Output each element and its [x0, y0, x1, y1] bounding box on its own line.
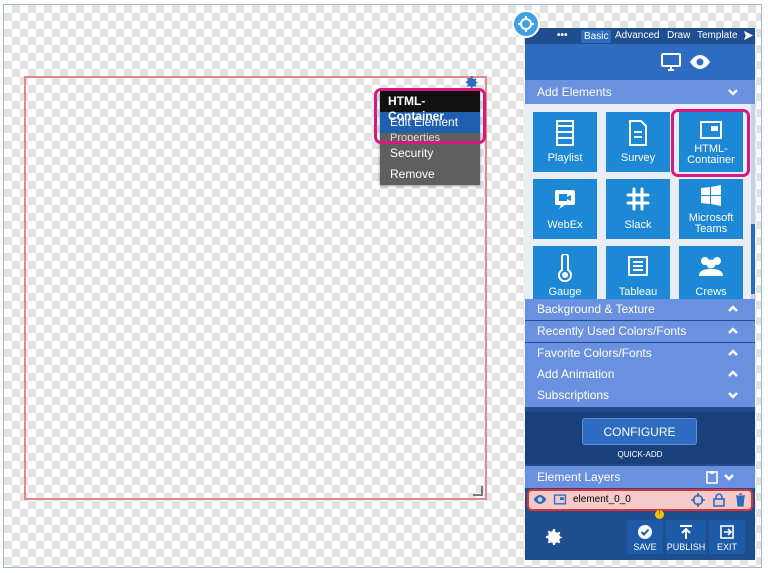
- tile-webex[interactable]: WebEx: [533, 179, 597, 239]
- lock-icon[interactable]: [713, 493, 725, 507]
- quick-add-label: QUICK-ADD: [617, 450, 663, 459]
- chevron-up-icon: [728, 349, 738, 356]
- film-icon: [556, 120, 574, 146]
- chevron-up-icon: [728, 327, 738, 334]
- chevron-down-icon: [728, 392, 738, 399]
- people-icon: [699, 257, 723, 276]
- html-container-icon: [553, 494, 567, 505]
- layers-title: Element Layers: [537, 470, 621, 484]
- highlight-annotation-tile: [671, 109, 750, 177]
- upload-icon: [680, 525, 692, 539]
- chevron-down-icon[interactable]: [723, 471, 735, 483]
- save-notification-badge: !: [655, 510, 664, 519]
- section-recent-colors[interactable]: Recently Used Colors/Fonts: [525, 321, 755, 342]
- layer-name: element_0_0: [573, 494, 631, 505]
- tile-playlist[interactable]: Playlist: [533, 112, 597, 172]
- publish-label: PUBLISH: [666, 542, 706, 552]
- tile-crews[interactable]: Crews: [679, 246, 743, 300]
- windows-icon: [701, 185, 721, 206]
- tab-template[interactable]: Template: [697, 30, 738, 41]
- visibility-eye-icon[interactable]: [533, 494, 547, 505]
- tile-label: WebEx: [547, 219, 583, 231]
- add-elements-title: Add Elements: [537, 85, 612, 99]
- check-circle-icon: [638, 525, 652, 539]
- clipboard-icon[interactable]: [705, 470, 719, 484]
- tile-survey[interactable]: Survey: [606, 112, 670, 172]
- highlight-annotation-menu: [374, 88, 486, 144]
- tile-label: Microsoft Teams: [688, 212, 734, 235]
- tile-label: Playlist: [547, 152, 583, 164]
- tab-draw[interactable]: Draw: [667, 30, 690, 41]
- chevron-up-icon: [728, 305, 738, 312]
- editor-panel: ••• Basic Advanced Draw Template Add Ele…: [525, 28, 755, 560]
- section-subscriptions[interactable]: Subscriptions: [525, 385, 755, 407]
- section-title: Subscriptions: [537, 388, 610, 402]
- tile-tableau[interactable]: Tableau: [606, 246, 670, 300]
- remove-item[interactable]: Remove: [380, 164, 480, 185]
- tableau-icon: [628, 256, 648, 276]
- section-title: Favorite Colors/Fonts: [537, 346, 652, 360]
- tile-label: Tableau: [618, 286, 658, 298]
- configure-area: CONFIGURE QUICK-ADD: [525, 412, 755, 464]
- tile-gauge[interactable]: Gauge: [533, 246, 597, 300]
- exit-label: EXIT: [716, 542, 737, 552]
- element-layers-header[interactable]: Element Layers: [525, 466, 755, 488]
- tab-basic[interactable]: Basic: [581, 30, 612, 43]
- save-button[interactable]: SAVE: [627, 520, 663, 554]
- webex-icon: [555, 190, 575, 209]
- resize-handle[interactable]: [473, 486, 483, 496]
- slack-icon: [626, 187, 650, 211]
- section-title: Background & Texture: [537, 302, 655, 316]
- section-add-animation[interactable]: Add Animation: [525, 364, 755, 385]
- chevron-down-icon: [728, 89, 738, 96]
- section-background-texture[interactable]: Background & Texture: [525, 299, 755, 320]
- exit-icon: [720, 525, 734, 539]
- layer-row[interactable]: element_0_0: [527, 489, 753, 511]
- section-title: Recently Used Colors/Fonts: [537, 324, 687, 338]
- preview-eye-icon[interactable]: [689, 54, 711, 70]
- add-elements-header[interactable]: Add Elements: [525, 80, 755, 104]
- target-icon[interactable]: [691, 493, 705, 507]
- tile-slack[interactable]: Slack: [606, 179, 670, 239]
- send-icon[interactable]: [743, 30, 754, 41]
- section-favorite-colors[interactable]: Favorite Colors/Fonts: [525, 343, 755, 364]
- exit-button[interactable]: EXIT: [709, 520, 745, 554]
- tile-label: Survey: [620, 152, 656, 164]
- tile-label: Slack: [624, 219, 652, 231]
- panel-tabs: ••• Basic Advanced Draw Template: [525, 28, 755, 44]
- tab-advanced[interactable]: Advanced: [615, 30, 659, 41]
- chevron-up-icon: [728, 370, 738, 377]
- thermometer-icon: [558, 254, 572, 282]
- tiles-scroll-thumb[interactable]: [751, 224, 755, 294]
- trash-icon[interactable]: [735, 493, 746, 507]
- settings-gear-icon[interactable]: [541, 526, 565, 550]
- security-item[interactable]: Security: [380, 143, 480, 164]
- view-toolbar: [525, 44, 755, 80]
- save-label: SAVE: [633, 542, 657, 552]
- publish-button[interactable]: PUBLISH: [666, 520, 706, 554]
- tile-label: Gauge: [548, 286, 582, 298]
- tile-label: Crews: [695, 286, 727, 298]
- document-icon: [629, 120, 647, 146]
- configure-button[interactable]: CONFIGURE: [582, 418, 697, 445]
- monitor-icon[interactable]: [661, 53, 681, 71]
- panel-toggle-icon[interactable]: [512, 10, 540, 38]
- bottom-toolbar: SAVE PUBLISH EXIT: [525, 516, 755, 560]
- tab-more[interactable]: •••: [557, 30, 568, 41]
- section-title: Add Animation: [537, 367, 615, 381]
- tile-microsoft-teams[interactable]: Microsoft Teams: [679, 179, 743, 239]
